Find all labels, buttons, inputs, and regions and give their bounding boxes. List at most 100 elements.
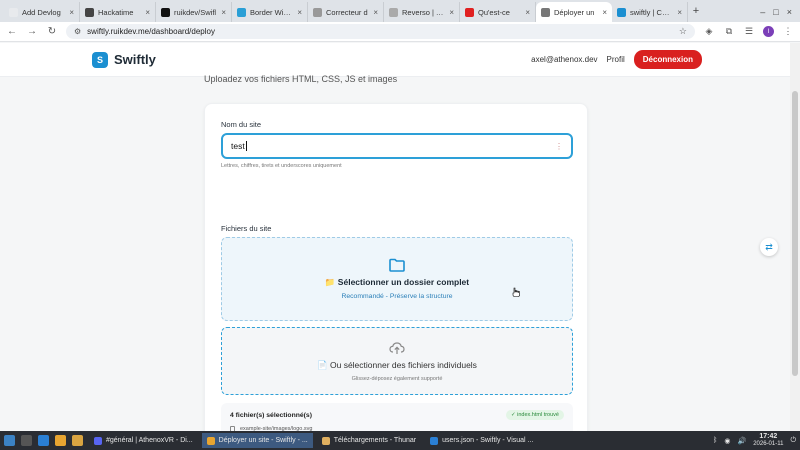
clock[interactable]: 17:42 2026-01-11 [753,433,783,448]
logo-text[interactable]: Swiftly [114,52,156,67]
browser-tab[interactable]: Correcteur d × [308,2,384,22]
browser-tab[interactable]: ruikdev/Swifl × [156,2,232,22]
page-scrollbar[interactable] [790,43,800,431]
select-files-dropzone[interactable]: 📄 Ou sélectionner des fichiers individue… [221,327,573,395]
tab-favicon-icon [237,7,246,17]
translate-floating-icon[interactable]: ⇄ [760,238,778,256]
tab-favicon-icon [161,7,170,17]
tab-label: Border Width [250,7,294,17]
site-name-label: Nom du site [221,120,262,129]
tab-label: Correcteur d [326,7,368,17]
logo-badge[interactable]: S [92,51,108,68]
taskbar-app-label: users.json - Swiftly - Visual ... [442,437,534,444]
new-tab-icon[interactable]: + [688,2,704,22]
clock-time: 17:42 [759,433,778,440]
tab-close-icon[interactable]: × [525,8,530,17]
puzzle-icon[interactable]: ⧉ [723,26,735,37]
tray-volume-icon[interactable]: 🔊 [737,437,746,445]
taskbar-app[interactable]: Déployer un site - Swiftly - ... [201,433,313,448]
tab-close-icon[interactable]: × [145,8,150,17]
reload-icon[interactable]: ↻ [46,26,58,37]
power-icon[interactable]: ⏻ [790,437,796,445]
mouse-pointer-icon [512,287,520,297]
taskbar-app-label: Téléchargements - Thunar [333,437,417,444]
minimize-icon[interactable]: – [760,7,765,17]
tab-close-icon[interactable]: × [373,8,378,17]
tab-label: Hackatime [98,7,134,17]
tab-close-icon[interactable]: × [677,8,682,17]
taskbar-app[interactable]: Téléchargements - Thunar [317,433,421,448]
address-bar[interactable]: ⚙ swiftly.ruikdev.me/dashboard/deploy ☆ [66,24,695,39]
browser-tab[interactable]: Border Width × [232,2,308,22]
tab-close-icon[interactable]: × [602,8,607,17]
profile-link[interactable]: Profil [607,55,625,64]
deploy-form-card: Nom du site test ⋮ Lettres, chiffres, ti… [204,103,588,431]
browser-menu-icon[interactable]: ⋮ [782,26,794,37]
scrollbar-thumb[interactable] [792,91,798,376]
folder-icon [389,258,405,272]
tab-label: Déployer un [554,7,595,17]
index-found-badge: ✓ index.html trouvé [505,410,564,420]
tab-close-icon[interactable]: × [69,8,74,17]
site-info-icon[interactable]: ⚙ [74,27,81,36]
select-folder-dropzone[interactable]: 📁 Sélectionner un dossier complet Recomm… [221,237,573,321]
app-icon [430,436,439,445]
browser-tab[interactable]: Déployer un × [536,2,612,22]
tab-close-icon[interactable]: × [221,8,226,17]
close-window-icon[interactable]: × [787,7,792,17]
selected-files-count: 4 fichier(s) sélectionné(s) [230,411,312,419]
site-name-input[interactable]: test ⋮ [221,133,573,159]
app-icon [94,436,102,445]
app-header: S Swiftly axel@athenox.dev Profil Déconn… [0,43,790,77]
browser-tab[interactable]: Reverso | Tra × [384,2,460,22]
tab-close-icon[interactable]: × [449,8,454,17]
browser-tab[interactable]: Add Devlog × [4,2,80,22]
select-folder-title: 📁 Sélectionner un dossier complet [324,277,470,287]
tab-favicon-icon [85,7,94,17]
tab-favicon-icon [313,7,322,17]
selected-files-panel: 4 fichier(s) sélectionné(s) ✓ index.html… [221,403,573,431]
logout-button[interactable]: Déconnexion [633,50,702,69]
tray-network-icon[interactable]: ◉ [724,437,730,445]
taskbar-app[interactable]: users.json - Swiftly - Visual ... [425,433,538,448]
files-icon[interactable] [21,435,32,446]
start-menu-icon[interactable] [4,435,15,446]
bookmark-star-icon[interactable]: ☆ [679,26,687,37]
tab-favicon-icon [9,7,18,17]
tray-bluetooth-icon[interactable]: ᛒ [713,437,717,444]
tab-label: ruikdev/Swifl [174,7,217,17]
autofill-key-icon[interactable]: ⋮ [555,142,563,151]
upload-cloud-icon [389,341,405,354]
back-arrow-icon[interactable]: ← [6,26,18,37]
browser-launcher-icon[interactable] [55,435,66,446]
extension-icon[interactable]: ◈ [703,26,715,37]
vscode-launcher-icon[interactable] [38,435,49,446]
files-label: Fichiers du site [221,224,272,233]
clock-date: 2026-01-11 [753,441,784,447]
tab-label: swiftly | Cons [630,7,674,17]
tab-favicon-icon [389,7,398,17]
taskbar-app-label: #général | AthenoxVR - Di... [106,437,193,444]
taskbar-app[interactable]: #général | AthenoxVR - Di... [89,433,198,448]
forward-arrow-icon[interactable]: → [26,26,38,37]
browser-tab[interactable]: Qu'est-ce × [460,2,536,22]
browser-toolbar: ← → ↻ ⚙ swiftly.ruikdev.me/dashboard/dep… [0,22,800,42]
tab-label: Qu'est-ce [478,7,510,17]
browser-profile-avatar[interactable]: I [763,26,774,37]
tab-close-icon[interactable]: × [297,8,302,17]
reading-list-icon[interactable]: ☰ [743,26,755,37]
site-name-value: test [231,141,245,151]
select-files-title: 📄 Ou sélectionner des fichiers individue… [317,359,477,370]
address-url: swiftly.ruikdev.me/dashboard/deploy [87,27,215,36]
site-name-hint: Lettres, chiffres, tirets et underscores… [221,163,342,169]
maximize-icon[interactable]: □ [773,7,778,17]
browser-tab[interactable]: swiftly | Cons × [612,2,688,22]
text-caret [245,141,247,151]
browser-tab-bar: Add Devlog × Hackatime × ruikdev/Swifl ×… [0,0,800,22]
select-files-subtitle: Glissez-déposez également supporté [351,375,443,382]
app-icon [206,436,215,445]
folder-launcher-icon[interactable] [72,435,83,446]
browser-tab[interactable]: Hackatime × [80,2,156,22]
os-taskbar: #général | AthenoxVR - Di... Déployer un … [0,431,800,450]
user-email: axel@athenox.dev [531,55,598,64]
